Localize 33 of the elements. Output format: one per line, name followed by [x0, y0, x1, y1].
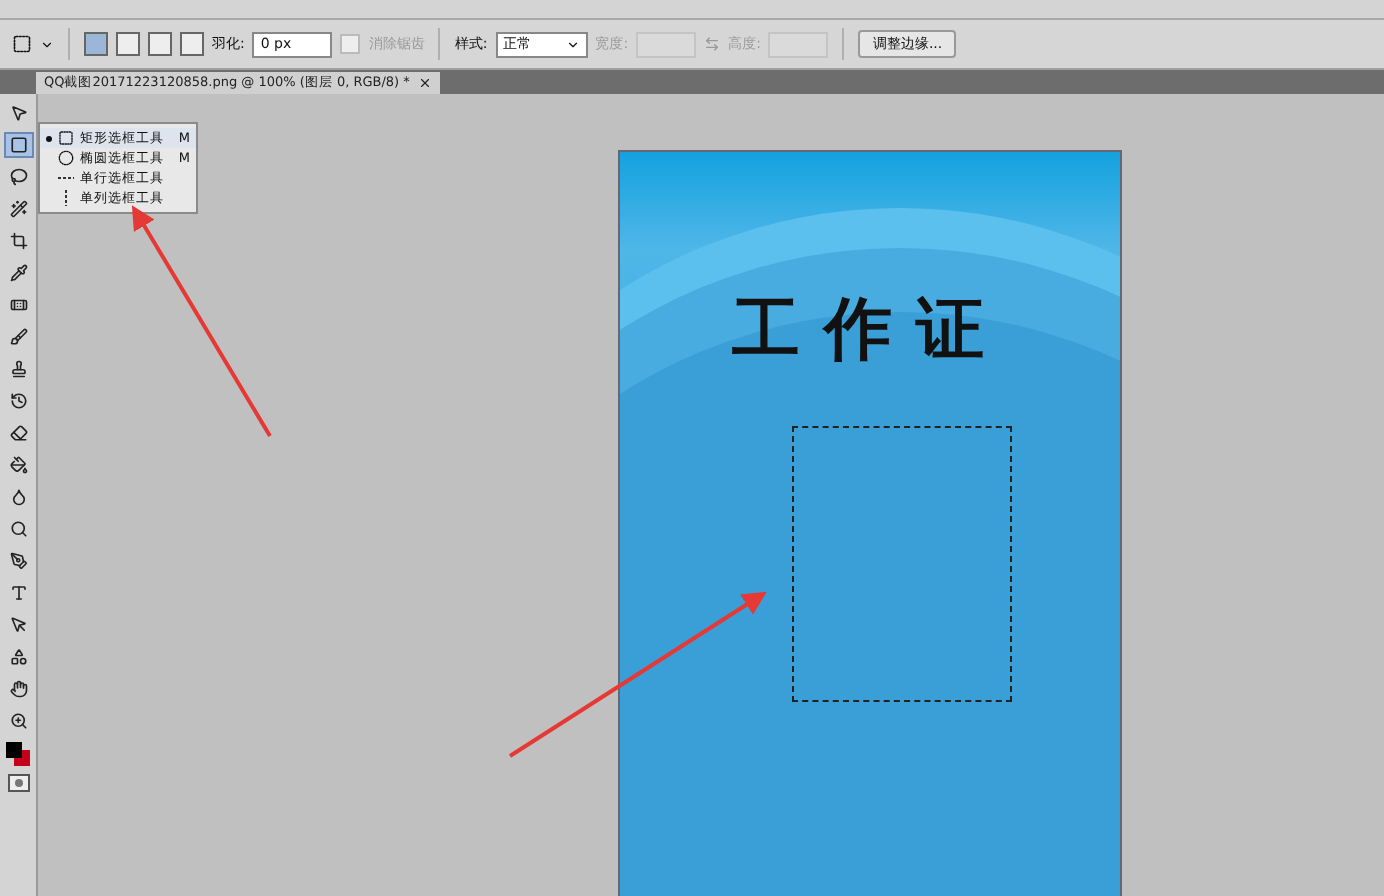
document-heading: 工作证	[730, 288, 1010, 374]
magic-wand-icon[interactable]	[9, 200, 27, 218]
add-selection-icon[interactable]	[116, 32, 140, 56]
pointer-icon[interactable]	[9, 616, 27, 634]
eraser-icon[interactable]	[9, 424, 27, 442]
lasso-tool-icon[interactable]	[9, 168, 27, 186]
type-tool-icon[interactable]	[9, 584, 27, 602]
new-selection-icon[interactable]	[84, 32, 108, 56]
dashed-ellipse-icon	[58, 150, 74, 166]
subtract-selection-icon[interactable]	[148, 32, 172, 56]
history-brush-icon[interactable]	[9, 392, 27, 410]
droplet-icon[interactable]	[9, 488, 27, 506]
color-swatches-icon[interactable]	[4, 740, 32, 768]
shapes-icon[interactable]	[9, 648, 27, 666]
eyedropper-icon[interactable]	[9, 264, 27, 282]
stamp-icon[interactable]	[9, 360, 27, 378]
caret-icon[interactable]	[40, 37, 54, 51]
crop-tool-icon[interactable]	[9, 232, 27, 250]
zoom-tool-icon[interactable]	[9, 520, 27, 538]
marquee-tool-icon[interactable]	[9, 136, 27, 154]
caret-icon[interactable]	[565, 37, 580, 51]
bandage-icon[interactable]	[9, 296, 27, 314]
move-tool-icon[interactable]	[9, 104, 27, 122]
hand-tool-icon[interactable]	[9, 680, 27, 698]
dashed-rectangle-icon	[58, 130, 74, 146]
close-icon[interactable]	[417, 76, 432, 90]
marquee-icon[interactable]	[12, 34, 32, 54]
zoom-icon[interactable]	[9, 712, 27, 730]
quick-mask-icon[interactable]	[7, 774, 29, 792]
intersect-selection-icon[interactable]	[180, 32, 204, 56]
brush-icon[interactable]	[9, 328, 27, 346]
pen-tool-icon[interactable]	[9, 552, 27, 570]
paint-bucket-icon[interactable]	[9, 456, 27, 474]
